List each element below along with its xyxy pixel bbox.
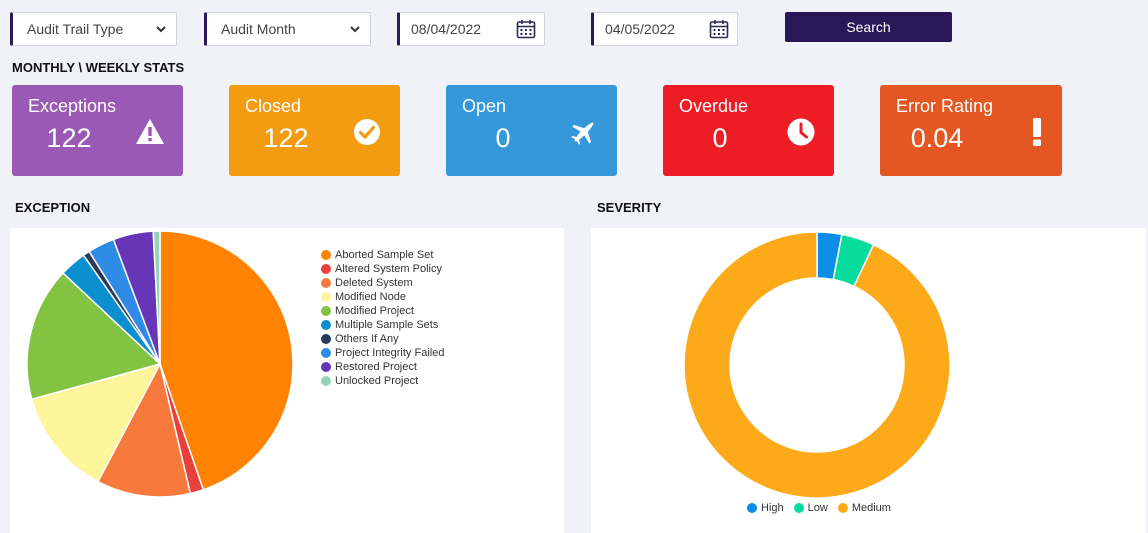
calendar-icon[interactable] bbox=[516, 19, 536, 39]
card-value: 122 bbox=[263, 123, 309, 153]
exception-legend-item[interactable]: Unlocked Project bbox=[321, 374, 444, 388]
card-label: Overdue bbox=[679, 96, 749, 116]
exception-legend-item[interactable]: Multiple Sample Sets bbox=[321, 318, 444, 332]
card-label: Open bbox=[462, 96, 507, 116]
legend-label: High bbox=[761, 502, 784, 514]
severity-chart-panel bbox=[591, 228, 1146, 533]
card-exceptions[interactable]: Exceptions 122 bbox=[12, 85, 183, 176]
legend-label: Unlocked Project bbox=[335, 375, 419, 387]
chevron-down-icon bbox=[350, 26, 360, 33]
exception-legend-item[interactable]: Project Integrity Failed bbox=[321, 346, 444, 360]
severity-donut-chart bbox=[683, 231, 951, 499]
legend-label: Restored Project bbox=[335, 361, 417, 373]
exclamation-icon bbox=[1033, 118, 1041, 146]
audit-trail-type-select[interactable]: Audit Trail Type bbox=[10, 12, 177, 46]
audit-month-value: Audit Month bbox=[221, 21, 296, 37]
legend-swatch bbox=[321, 306, 331, 316]
severity-legend-item[interactable]: Medium bbox=[837, 501, 891, 515]
legend-swatch bbox=[321, 376, 331, 386]
exception-chart-panel bbox=[10, 228, 564, 533]
check-circle-icon bbox=[354, 119, 380, 145]
exception-legend-item[interactable]: Modified Node bbox=[321, 290, 444, 304]
exception-legend-item[interactable]: Deleted System bbox=[321, 276, 444, 290]
severity-legend-item[interactable]: High bbox=[747, 501, 784, 515]
plane-icon bbox=[571, 122, 594, 145]
legend-label: Aborted Sample Set bbox=[335, 249, 434, 261]
exception-title: EXCEPTION bbox=[15, 200, 91, 215]
legend-label: Project Integrity Failed bbox=[335, 347, 445, 359]
from-date-value: 08/04/2022 bbox=[411, 21, 482, 37]
card-closed[interactable]: Closed 122 bbox=[229, 85, 400, 176]
legend-swatch bbox=[321, 362, 331, 372]
warning-icon bbox=[136, 119, 164, 144]
legend-swatch bbox=[321, 320, 331, 330]
legend-swatch bbox=[747, 503, 757, 513]
severity-slice-medium[interactable] bbox=[683, 231, 951, 499]
legend-swatch bbox=[321, 334, 331, 344]
chevron-down-icon bbox=[156, 26, 166, 33]
card-value: 0.04 bbox=[910, 123, 964, 153]
exception-legend-item[interactable]: Altered System Policy bbox=[321, 262, 444, 276]
exception-legend-item[interactable]: Restored Project bbox=[321, 360, 444, 374]
legend-swatch bbox=[321, 348, 331, 358]
to-date-input[interactable]: 04/05/2022 bbox=[591, 12, 738, 46]
card-label: Exceptions bbox=[28, 96, 117, 116]
legend-swatch bbox=[321, 250, 331, 260]
exception-legend-item[interactable]: Others If Any bbox=[321, 332, 444, 346]
audit-month-select[interactable]: Audit Month bbox=[204, 12, 371, 46]
exception-legend-item[interactable]: Aborted Sample Set bbox=[321, 248, 444, 262]
legend-swatch bbox=[321, 292, 331, 302]
exception-pie-chart bbox=[26, 230, 294, 498]
legend-label: Modified Project bbox=[335, 305, 414, 317]
search-button[interactable]: Search bbox=[785, 12, 952, 42]
severity-legend-item[interactable]: Low bbox=[793, 501, 828, 515]
calendar-icon[interactable] bbox=[709, 19, 729, 39]
legend-label: Medium bbox=[851, 502, 891, 514]
legend-label: Modified Node bbox=[335, 291, 406, 303]
legend-swatch bbox=[321, 278, 331, 288]
legend-label: Altered System Policy bbox=[335, 263, 442, 275]
legend-swatch bbox=[793, 503, 804, 513]
card-overdue[interactable]: Overdue 0 bbox=[663, 85, 834, 176]
from-date-input[interactable]: 08/04/2022 bbox=[397, 12, 545, 46]
legend-label: Low bbox=[807, 502, 828, 514]
severity-legend: High Low Medium bbox=[747, 501, 901, 515]
exception-legend-item[interactable]: Modified Project bbox=[321, 304, 444, 318]
severity-title: SEVERITY bbox=[597, 200, 662, 215]
card-value: 0 bbox=[495, 123, 511, 153]
legend-label: Multiple Sample Sets bbox=[335, 319, 439, 331]
exception-legend: Aborted Sample Set Altered System Policy D… bbox=[321, 248, 444, 388]
card-value: 0 bbox=[712, 123, 728, 153]
stats-title: MONTHLY \ WEEKLY STATS bbox=[12, 60, 185, 75]
audit-trail-type-value: Audit Trail Type bbox=[27, 21, 124, 37]
legend-label: Others If Any bbox=[335, 333, 399, 345]
card-open[interactable]: Open 0 bbox=[446, 85, 617, 176]
card-label: Closed bbox=[245, 96, 302, 116]
legend-label: Deleted System bbox=[335, 277, 413, 289]
clock-icon bbox=[787, 118, 815, 146]
card-error-rating[interactable]: Error Rating 0.04 bbox=[880, 85, 1062, 176]
legend-swatch bbox=[321, 264, 331, 274]
to-date-value: 04/05/2022 bbox=[605, 21, 676, 37]
card-value: 122 bbox=[46, 123, 92, 153]
legend-swatch bbox=[837, 503, 848, 513]
card-label: Error Rating bbox=[896, 96, 994, 116]
